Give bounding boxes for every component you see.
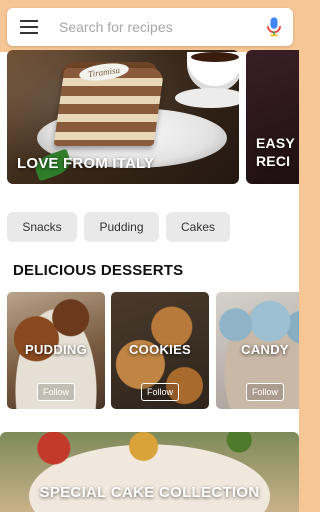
featured-title-secondary: EASY RECI [256,135,295,169]
chip-snacks[interactable]: Snacks [7,212,77,242]
search-input[interactable] [51,8,255,46]
chip-pudding[interactable]: Pudding [84,212,159,242]
category-title: COOKIES [128,342,192,357]
featured-title: LOVE FROM ITALY [17,155,155,172]
section-heading: DELICIOUS DESSERTS [13,262,184,279]
category-title: CANDY [241,342,289,357]
dessert-category-list: PUDDING Follow COOKIES Follow CANDY Foll… [7,292,299,409]
featured-card-italy[interactable]: Tiramisu LOVE FROM ITALY [7,50,239,184]
saucer-image [175,88,239,108]
coffee-image [191,52,239,62]
tiramisu-image [53,68,165,146]
category-card-cookies[interactable]: COOKIES Follow [111,292,209,409]
special-collection-title: SPECIAL CAKE COLLECTION [39,484,260,501]
featured-carousel[interactable]: Tiramisu LOVE FROM ITALY EASY RECI [0,50,299,186]
search-bar[interactable] [7,8,293,46]
category-title: PUDDING [24,342,88,357]
special-collection-card[interactable]: SPECIAL CAKE COLLECTION [0,432,299,512]
hamburger-menu-icon[interactable] [7,8,51,46]
category-card-candy[interactable]: CANDY Follow [216,292,299,409]
follow-button[interactable]: Follow [36,383,76,401]
follow-button[interactable]: Follow [140,383,180,401]
microphone-icon[interactable] [255,8,293,46]
category-card-pudding[interactable]: PUDDING Follow [7,292,105,409]
chip-cakes[interactable]: Cakes [166,212,230,242]
app-screen: Tiramisu LOVE FROM ITALY EASY RECI Snack… [0,0,299,512]
category-chips: Snacks Pudding Cakes [7,212,230,242]
featured-card-easy-recipes[interactable]: EASY RECI [246,50,299,184]
follow-button[interactable]: Follow [245,383,285,401]
